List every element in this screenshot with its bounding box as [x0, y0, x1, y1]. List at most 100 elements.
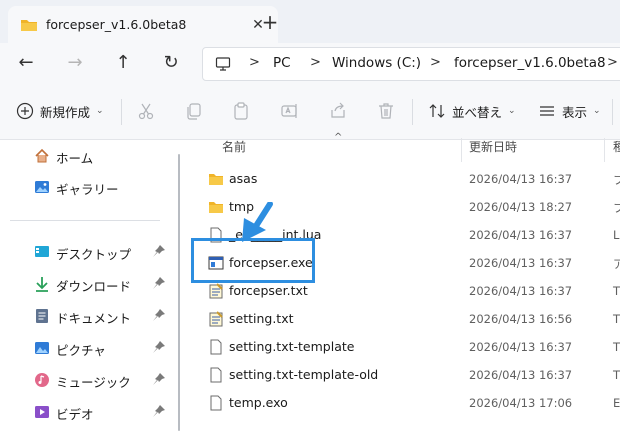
file-type: ア — [613, 257, 620, 271]
file-type: E — [613, 396, 620, 410]
delete-icon[interactable] — [376, 101, 396, 121]
file-type: フ — [613, 173, 620, 187]
file-date: 2026/04/13 16:37 — [469, 228, 573, 242]
file-date: 2026/04/13 16:37 — [469, 340, 573, 354]
list-item[interactable]: setting.txt-template-old 2026/04/13 16:3… — [186, 361, 620, 389]
pin-icon[interactable] — [152, 276, 166, 290]
file-type: フ — [613, 201, 620, 215]
file-name: setting.txt-template — [229, 339, 355, 354]
list-item[interactable]: setting.txt 2026/04/13 16:56 T — [186, 305, 620, 333]
file-icon — [210, 227, 222, 243]
sidebar-item-label: ピクチャ — [56, 343, 106, 358]
breadcrumb-forcepser[interactable]: forcepser_v1.6.0beta8 — [454, 55, 606, 71]
rename-icon[interactable] — [280, 101, 300, 121]
address-bar[interactable]: > PC > Windows (C:) > forcepser_v1.6.0be… — [202, 47, 620, 81]
file-date: 2026/04/13 16:37 — [469, 284, 573, 298]
pin-icon[interactable] — [152, 340, 166, 354]
divider — [412, 99, 413, 125]
gallery-icon — [35, 181, 49, 193]
file-type: T — [613, 340, 620, 354]
pin-icon[interactable] — [152, 308, 166, 322]
chevron-down-icon: ⌄ — [508, 106, 516, 116]
sidebar-item-label: ダウンロード — [56, 279, 132, 294]
copy-icon[interactable] — [184, 101, 204, 121]
breadcrumb-windows-c[interactable]: Windows (C:) — [332, 55, 421, 71]
new-button[interactable]: 新規作成 ⌄ — [16, 99, 104, 123]
pin-icon[interactable] — [152, 372, 166, 386]
pin-icon[interactable] — [152, 244, 166, 258]
list-item[interactable]: _eu_____int.lua 2026/04/13 16:37 L — [186, 221, 620, 249]
file-date: 2026/04/13 16:37 — [469, 256, 573, 270]
column-divider[interactable] — [604, 138, 605, 162]
forward-button[interactable]: → — [63, 51, 87, 75]
download-icon — [36, 277, 48, 292]
refresh-button[interactable]: ↻ — [159, 51, 183, 75]
folder-icon — [209, 202, 223, 213]
cut-icon[interactable] — [136, 101, 156, 121]
pin-icon[interactable] — [152, 404, 166, 418]
tab-title: forcepser_v1.6.0beta8 — [46, 17, 187, 32]
back-button[interactable]: ← — [14, 51, 38, 75]
tab-forcepser[interactable]: forcepser_v1.6.0beta8 ✕ — [8, 6, 278, 43]
divider — [612, 99, 613, 125]
sidebar-scrollbar[interactable] — [178, 154, 180, 431]
sidebar-item-documents[interactable]: ドキュメント — [0, 302, 180, 330]
breadcrumb-separator: > — [430, 55, 441, 70]
navigation-pane: ホーム ギャラリー デスクトップ ダウンロード ドキュメント ピクチャ ミュージ… — [0, 140, 180, 431]
desktop-icon — [35, 246, 49, 257]
list-item[interactable]: forcepser.txt 2026/04/13 16:37 T — [186, 277, 620, 305]
list-item[interactable]: temp.exo 2026/04/13 17:06 E — [186, 389, 620, 417]
sidebar-item-home[interactable]: ホーム — [0, 142, 180, 170]
sidebar-item-desktop[interactable]: デスクトップ — [0, 238, 180, 266]
share-icon[interactable] — [328, 101, 348, 121]
view-label: 表示 — [562, 104, 588, 120]
file-date: 2026/04/13 16:56 — [469, 312, 573, 326]
file-type: T — [613, 312, 620, 326]
command-bar: 新規作成 ⌄ 並べ替え ⌄ 表示 ⌄ — [0, 83, 620, 140]
file-name: temp.exo — [229, 395, 288, 410]
file-date: 2026/04/13 17:06 — [469, 396, 573, 410]
file-type: L — [613, 228, 620, 242]
column-divider[interactable] — [461, 138, 462, 162]
sidebar-item-pictures[interactable]: ピクチャ — [0, 334, 180, 362]
column-header-type[interactable]: 種 — [613, 138, 620, 160]
divider — [121, 99, 122, 125]
sidebar-item-label: デスクトップ — [56, 247, 132, 262]
up-button[interactable]: ↑ — [111, 51, 135, 75]
breadcrumb-separator: > — [310, 55, 321, 70]
exe-icon — [208, 256, 224, 270]
file-list: ^ 名前 更新日時 種 asas 2026/04/13 16:37 フ tmp … — [186, 132, 620, 431]
breadcrumb-separator: > — [249, 55, 260, 70]
view-button[interactable]: 表示 ⌄ — [538, 99, 601, 123]
folder-icon — [21, 20, 37, 31]
sidebar-item-music[interactable]: ミュージック — [0, 366, 180, 394]
list-item[interactable]: asas 2026/04/13 16:37 フ — [186, 165, 620, 193]
pictures-icon — [35, 342, 49, 354]
sidebar-item-videos[interactable]: ビデオ — [0, 398, 180, 426]
pc-icon — [215, 57, 231, 71]
column-header-name[interactable]: 名前 — [222, 138, 246, 160]
sidebar-item-label: ギャラリー — [56, 182, 119, 197]
new-label: 新規作成 — [40, 104, 91, 120]
text-file-icon — [209, 311, 223, 327]
file-icon — [210, 395, 222, 411]
folder-icon — [209, 174, 223, 185]
sort-ascending-icon: ^ — [334, 132, 343, 143]
new-tab-button[interactable]: + — [259, 11, 281, 33]
list-item[interactable]: setting.txt-template 2026/04/13 16:37 T — [186, 333, 620, 361]
sidebar-item-gallery[interactable]: ギャラリー — [0, 173, 180, 201]
sort-button[interactable]: 並べ替え ⌄ — [428, 99, 516, 123]
file-date: 2026/04/13 16:37 — [469, 172, 573, 186]
file-icon — [210, 367, 222, 383]
text-file-icon — [209, 283, 223, 299]
column-header-date[interactable]: 更新日時 — [469, 138, 517, 160]
chevron-down-icon: ⌄ — [593, 106, 601, 116]
list-item[interactable]: forcepser.exe 2026/04/13 16:37 ア — [186, 249, 620, 277]
sidebar-item-downloads[interactable]: ダウンロード — [0, 270, 180, 298]
documents-icon — [36, 309, 48, 323]
file-type: T — [613, 284, 620, 298]
list-item[interactable]: tmp 2026/04/13 18:27 フ — [186, 193, 620, 221]
paste-icon[interactable] — [231, 101, 251, 121]
videos-icon — [35, 406, 49, 418]
breadcrumb-pc[interactable]: PC — [273, 55, 291, 71]
